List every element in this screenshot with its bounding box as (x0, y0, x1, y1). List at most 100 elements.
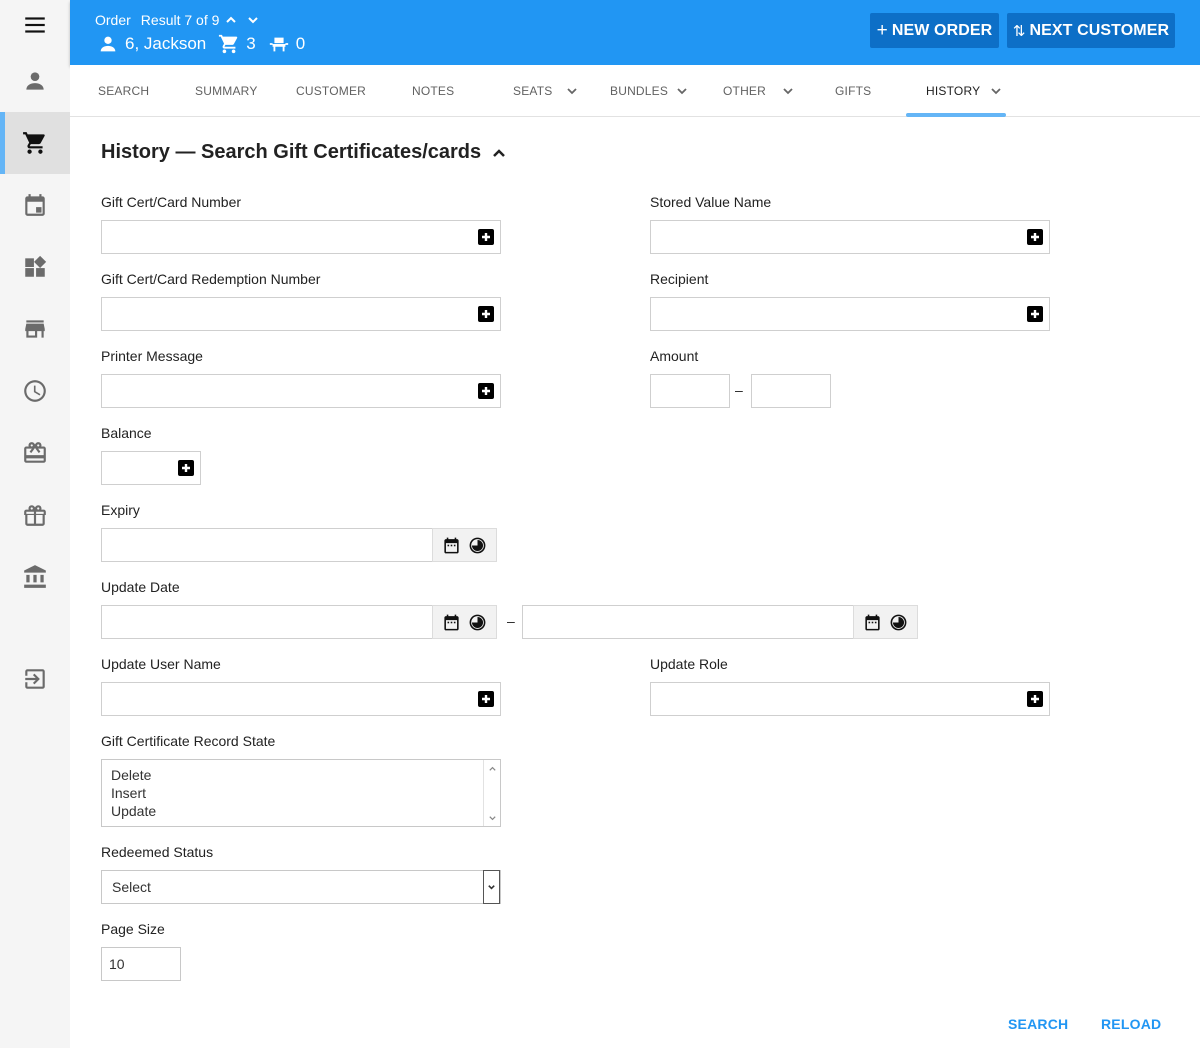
plus-icon (482, 387, 490, 395)
update-date-to-input[interactable] (522, 605, 918, 639)
stored-value-name-input[interactable] (650, 220, 1050, 254)
tab-summary[interactable]: SUMMARY (195, 65, 258, 117)
update-user-name-input[interactable] (101, 682, 501, 716)
add-gift-cert-number-button[interactable] (478, 229, 494, 245)
dropdown-button[interactable] (483, 870, 500, 904)
sidebar-item-widgets[interactable] (0, 236, 70, 298)
balance-label: Balance (101, 425, 152, 441)
record-state-listbox[interactable]: Delete Insert Update (101, 759, 501, 827)
search-button[interactable]: SEARCH (1008, 1016, 1068, 1032)
sidebar-item-bank[interactable] (0, 546, 70, 608)
page-title: History — Search Gift Certificates/cards (101, 141, 482, 163)
person-icon (26, 72, 44, 90)
sidebar-item-gift-card[interactable] (0, 422, 70, 484)
calendar-icon[interactable] (442, 536, 461, 555)
update-role-input[interactable] (650, 682, 1050, 716)
update-date-label: Update Date (101, 579, 180, 595)
add-printer-message-button[interactable] (478, 383, 494, 399)
add-update-user-name-button[interactable] (478, 691, 494, 707)
chevron-down-icon (488, 815, 496, 820)
recipient-input[interactable] (650, 297, 1050, 331)
add-stored-value-name-button[interactable] (1027, 229, 1043, 245)
sidebar-item-customer[interactable] (0, 50, 70, 112)
menu-button[interactable] (0, 0, 70, 50)
update-user-name-label: Update User Name (101, 656, 221, 672)
store-icon (25, 320, 45, 338)
active-tab-indicator (906, 113, 1006, 117)
tab-search[interactable]: SEARCH (98, 65, 149, 117)
record-state-option-update[interactable]: Update (111, 803, 156, 819)
reload-button[interactable]: RELOAD (1101, 1016, 1161, 1032)
update-date-from-input[interactable] (101, 605, 497, 639)
new-order-button[interactable]: + NEW ORDER (870, 13, 999, 48)
cart-count: 3 (246, 34, 256, 53)
add-recipient-button[interactable] (1027, 306, 1043, 322)
chevron-down-icon (783, 88, 793, 95)
chevron-down-icon (488, 884, 495, 890)
time-icon[interactable] (468, 536, 487, 555)
clock-icon (24, 380, 46, 402)
scroll-up-button[interactable] (484, 760, 500, 776)
tab-history[interactable]: HISTORY (926, 65, 1002, 117)
tab-seats[interactable]: SEATS (513, 65, 578, 117)
amount-range-separator: – (735, 382, 743, 398)
gift-cert-number-label: Gift Cert/Card Number (101, 194, 242, 210)
customer-name-link[interactable]: 6, Jackson (125, 34, 206, 54)
plus-icon (182, 464, 190, 472)
sidebar (0, 0, 70, 1048)
page-size-input[interactable]: 10 (101, 947, 181, 981)
tab-gifts[interactable]: GIFTS (835, 65, 871, 117)
calendar-icon[interactable] (863, 613, 882, 632)
sidebar-item-exit[interactable] (0, 648, 70, 710)
record-state-option-delete[interactable]: Delete (111, 767, 151, 783)
balance-input[interactable] (101, 451, 201, 485)
update-date-from-picker-addon (432, 605, 497, 639)
add-redemption-number-button[interactable] (478, 306, 494, 322)
expiry-label: Expiry (101, 502, 140, 518)
stored-value-name-label: Stored Value Name (650, 194, 772, 210)
chevron-down-icon (567, 88, 578, 95)
next-customer-button[interactable]: ⇅ NEXT CUSTOMER (1007, 13, 1175, 48)
expiry-input[interactable] (101, 528, 497, 562)
sidebar-item-calendar[interactable] (0, 174, 70, 236)
redeemed-status-label: Redeemed Status (101, 844, 214, 860)
gift-icon (24, 505, 46, 526)
redeemed-status-select[interactable]: Select (101, 870, 501, 904)
sidebar-item-history[interactable] (0, 360, 70, 422)
next-result-chevron-down-icon[interactable] (247, 14, 259, 26)
tab-customer[interactable]: CUSTOMER (296, 65, 366, 117)
time-icon[interactable] (468, 613, 487, 632)
swap-vertical-icon: ⇅ (1012, 22, 1026, 40)
tab-other[interactable]: OTHER (723, 65, 794, 117)
printer-message-input[interactable] (101, 374, 501, 408)
chevron-up-icon (493, 148, 506, 157)
gift-cert-number-input[interactable] (101, 220, 501, 254)
recipient-label: Recipient (650, 271, 709, 287)
bank-icon (24, 565, 46, 588)
top-bar: Order Result 7 of 9 6, Jackson 3 0 + NEW… (70, 0, 1200, 65)
calendar-icon[interactable] (442, 613, 461, 632)
widgets-icon (25, 255, 47, 277)
section-header[interactable]: History — Search Gift Certificates/cards (101, 141, 507, 164)
tab-bundles[interactable]: BUNDLES (610, 65, 688, 117)
previous-result-chevron-up-icon[interactable] (225, 14, 237, 26)
plus-icon (1031, 695, 1039, 703)
update-date-range-separator: – (507, 613, 515, 629)
tab-notes[interactable]: NOTES (412, 65, 454, 117)
record-state-label: Gift Certificate Record State (101, 733, 276, 749)
add-update-role-button[interactable] (1027, 691, 1043, 707)
add-balance-button[interactable] (178, 460, 194, 476)
chevron-up-icon (488, 766, 496, 771)
record-state-option-insert[interactable]: Insert (111, 785, 146, 801)
redemption-number-input[interactable] (101, 297, 501, 331)
sidebar-item-gift[interactable] (0, 484, 70, 546)
sidebar-item-store[interactable] (0, 298, 70, 360)
scroll-down-button[interactable] (484, 810, 500, 826)
sidebar-item-order[interactable] (0, 112, 70, 174)
plus-icon (482, 695, 490, 703)
listbox-scrollbar[interactable] (483, 760, 500, 826)
amount-from-input[interactable] (650, 374, 730, 408)
plus-icon (482, 310, 490, 318)
time-icon[interactable] (889, 613, 908, 632)
amount-to-input[interactable] (751, 374, 831, 408)
